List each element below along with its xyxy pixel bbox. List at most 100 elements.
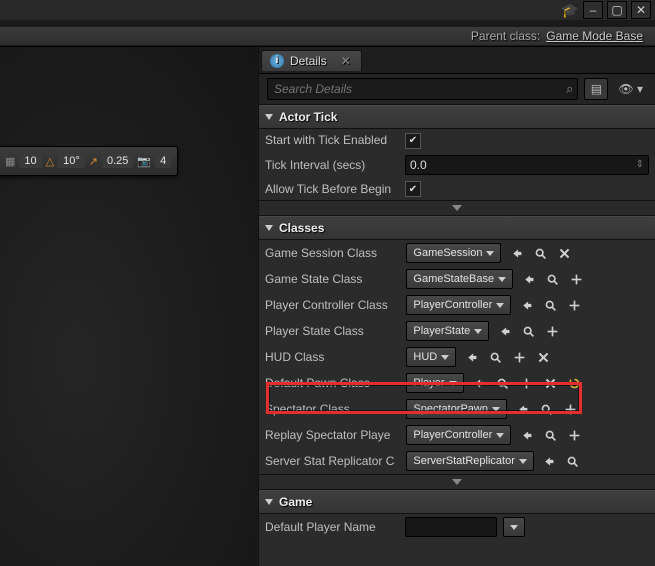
details-body: Actor Tick Start with Tick Enabled Tick … [259, 105, 655, 566]
classes-row-hud: HUD Class HUD [259, 344, 655, 370]
clear-icon[interactable] [534, 348, 552, 366]
browse-icon[interactable] [541, 296, 559, 314]
chevron-down-icon [498, 277, 506, 282]
back-icon[interactable] [517, 296, 535, 314]
add-icon[interactable] [510, 348, 528, 366]
tutorial-hat-icon[interactable]: 🎓 [561, 2, 579, 18]
clear-icon[interactable] [542, 374, 560, 392]
viewport-toolbar: ▦ 10 △ 10° ↗ 0.25 📷 4 [0, 146, 178, 176]
expand-icon [265, 114, 273, 120]
prop-player-state-label: Player State Class [259, 318, 400, 344]
classes-row-player-controller: Player Controller Class PlayerController [259, 292, 655, 318]
prop-player-controller-combo[interactable]: PlayerController [406, 295, 511, 315]
search-input[interactable] [272, 81, 566, 97]
prop-tick-interval-label: Tick Interval (secs) [259, 152, 399, 178]
editor-viewport[interactable] [0, 46, 257, 566]
classes-row-spectator: Spectator ClassSpectatorPawn [259, 396, 655, 422]
camera-speed-icon[interactable]: 📷 [137, 155, 151, 168]
category-actor-tick-label: Actor Tick [279, 110, 337, 124]
category-classes[interactable]: Classes [259, 216, 655, 240]
prop-spectator-combo[interactable]: SpectatorPawn [406, 399, 507, 419]
back-icon[interactable] [540, 452, 558, 470]
prop-default-player-name-input[interactable] [405, 517, 497, 537]
add-icon[interactable] [565, 296, 583, 314]
chevron-down-icon [486, 251, 494, 256]
chevron-down-icon [519, 459, 527, 464]
back-icon[interactable] [495, 322, 513, 340]
back-icon[interactable] [517, 426, 535, 444]
prop-hud-label: HUD Class [259, 344, 400, 370]
prop-default-pawn-combo[interactable]: Player [406, 373, 463, 393]
prop-spectator-value: SpectatorPawn [413, 403, 488, 415]
clear-icon[interactable] [555, 244, 573, 262]
back-icon[interactable] [470, 374, 488, 392]
details-search-box[interactable]: ⌕ [267, 78, 578, 100]
browse-icon[interactable] [541, 426, 559, 444]
snap-grid-value[interactable]: 10 [19, 154, 41, 168]
window-close-button[interactable]: ✕ [631, 1, 651, 19]
prop-player-controller-value: PlayerController [413, 299, 492, 311]
classes-advanced-toggle[interactable] [259, 474, 655, 490]
browse-icon[interactable] [537, 400, 555, 418]
grid-icon[interactable]: ▦ [5, 155, 15, 168]
browse-icon[interactable] [519, 322, 537, 340]
prop-hud-combo[interactable]: HUD [406, 347, 456, 367]
scale-icon[interactable]: ↗ [89, 155, 98, 168]
details-tabbar: i Details ✕ [259, 47, 655, 74]
revert-icon[interactable] [566, 374, 584, 392]
property-matrix-button[interactable]: ▤ [584, 78, 608, 100]
prop-allow-tick-label: Allow Tick Before Begin [259, 178, 399, 201]
browse-icon[interactable] [531, 244, 549, 262]
prop-replay-spectator-combo[interactable]: PlayerController [406, 425, 511, 445]
window-minimize-button[interactable]: – [583, 1, 603, 19]
chevron-down-icon [492, 407, 500, 412]
classes-row-player-state: Player State Class PlayerState [259, 318, 655, 344]
category-actor-tick[interactable]: Actor Tick [259, 105, 655, 129]
chevron-down-icon [496, 303, 504, 308]
browse-icon[interactable] [564, 452, 582, 470]
tab-close-icon[interactable]: ✕ [341, 54, 351, 68]
prop-player-state-value: PlayerState [413, 325, 470, 337]
view-options-button[interactable]: 👁 ▾ [614, 82, 647, 96]
prop-server-stat-value: ServerStatReplicator [413, 455, 515, 467]
prop-game-state-combo[interactable]: GameStateBase [406, 269, 513, 289]
add-icon[interactable] [561, 400, 579, 418]
chevron-down-icon [449, 381, 457, 386]
prop-tick-interval-input[interactable]: 0.0 ⇕ [405, 155, 649, 175]
back-icon[interactable] [513, 400, 531, 418]
browse-icon[interactable] [543, 270, 561, 288]
back-icon[interactable] [519, 270, 537, 288]
add-icon[interactable] [518, 374, 536, 392]
add-icon[interactable] [567, 270, 585, 288]
prop-default-player-name-label: Default Player Name [259, 514, 399, 540]
prop-replay-spectator-label: Replay Spectator Playe [259, 422, 400, 448]
prop-allow-tick-checkbox[interactable] [405, 181, 421, 197]
snap-scale-value[interactable]: 0.25 [102, 154, 133, 168]
browse-icon[interactable] [494, 374, 512, 392]
camera-speed-value[interactable]: 4 [155, 154, 171, 168]
prop-tick-interval-value: 0.0 [410, 158, 427, 172]
details-panel: i Details ✕ ⌕ ▤ 👁 ▾ Actor Tick Start wit… [258, 46, 655, 566]
prop-start-tick-checkbox[interactable] [405, 133, 421, 149]
window-maximize-button[interactable]: ▢ [607, 1, 627, 19]
classes-row-game-session: Game Session ClassGameSession [259, 240, 655, 266]
parent-class-link[interactable]: Game Mode Base [546, 29, 643, 43]
prop-server-stat-combo[interactable]: ServerStatReplicator [406, 451, 534, 471]
spinner-icon[interactable]: ⇕ [636, 159, 644, 170]
back-icon[interactable] [462, 348, 480, 366]
search-icon[interactable]: ⌕ [566, 81, 573, 97]
prop-player-state-combo[interactable]: PlayerState [406, 321, 489, 341]
category-game[interactable]: Game [259, 490, 655, 514]
add-icon[interactable] [543, 322, 561, 340]
prop-default-player-name-combo[interactable] [503, 517, 525, 537]
browse-icon[interactable] [486, 348, 504, 366]
tab-details[interactable]: i Details ✕ [261, 50, 362, 71]
add-icon[interactable] [565, 426, 583, 444]
prop-game-state-value: GameStateBase [413, 273, 494, 285]
snap-angle-value[interactable]: 10° [58, 154, 85, 168]
actor-tick-advanced-toggle[interactable] [259, 200, 655, 216]
prop-player-controller-label: Player Controller Class [259, 292, 400, 318]
back-icon[interactable] [507, 244, 525, 262]
prop-game-session-combo[interactable]: GameSession [406, 243, 501, 263]
angle-icon[interactable]: △ [46, 155, 54, 168]
